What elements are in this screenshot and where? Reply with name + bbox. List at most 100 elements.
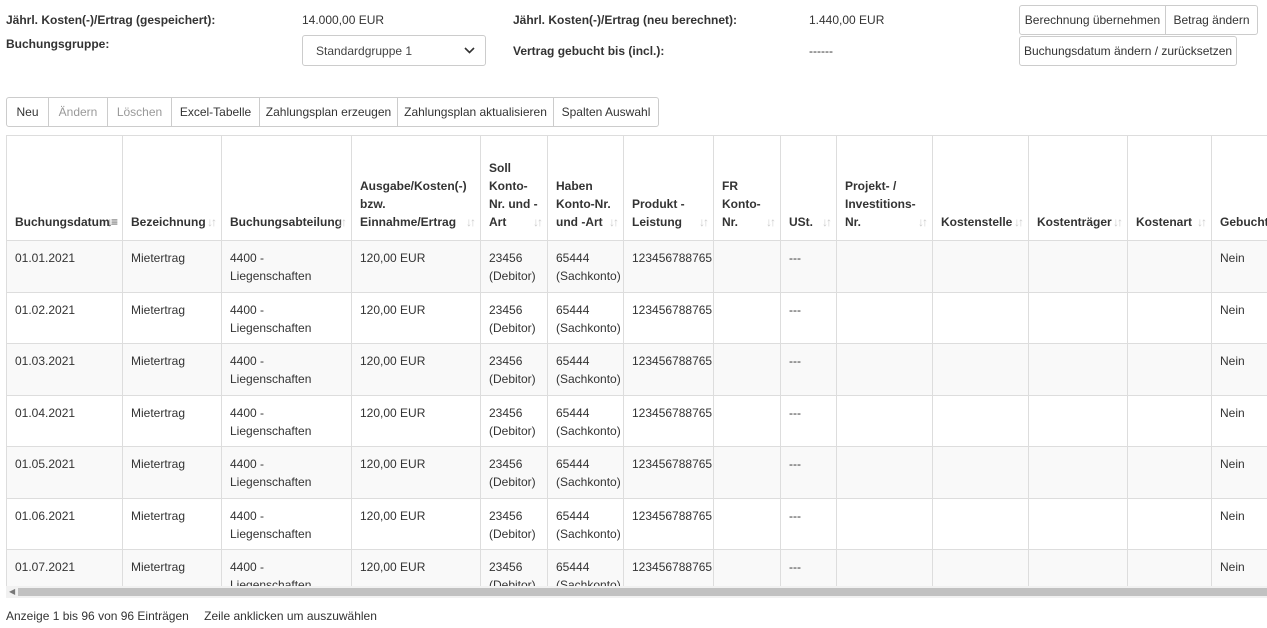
table-row[interactable]: 01.01.2021 Mietertrag 4400 - Liegenschafte… — [6, 240, 1267, 293]
table-cell: 123456788765 — [623, 240, 714, 293]
booking-group-select[interactable]: Standardgruppe 1 — [302, 35, 486, 66]
column-header[interactable]: Ausgabe/Kosten(-) bzw. Einnahme/Ertrag ↓↑ — [351, 135, 481, 241]
table-row[interactable]: 01.06.2021 Mietertrag 4400 - Liegenschafte… — [6, 497, 1267, 550]
table-cell — [713, 446, 781, 499]
table-cell: 01.01.2021 — [6, 240, 123, 293]
column-header-label: Buchungsdatum — [15, 215, 110, 229]
table-cell — [836, 446, 933, 499]
new-button[interactable]: Neu — [6, 97, 49, 127]
table-cell: 23456 (Debitor) — [480, 497, 548, 550]
table-cell — [1127, 343, 1212, 396]
scrollbar-thumb[interactable] — [18, 588, 1267, 596]
table-cell: 23456 (Debitor) — [480, 343, 548, 396]
table-cell: Mietertrag — [122, 291, 222, 344]
table-cell: --- — [780, 343, 837, 396]
sort-icon[interactable]: ↓↑ — [337, 213, 347, 231]
table-hint: Zeile anklicken um auszuwählen — [204, 609, 377, 623]
column-header-label: Gebucht — [1220, 215, 1267, 229]
table-cell: Mietertrag — [122, 497, 222, 550]
table-cell: --- — [780, 394, 837, 447]
table-row[interactable]: 01.02.2021 Mietertrag 4400 - Liegenschafte… — [6, 291, 1267, 344]
recalc-cost-label: Jährl. Kosten(-)/Ertrag (neu berechnet): — [513, 13, 738, 27]
column-header[interactable]: Gebucht — [1211, 135, 1267, 241]
table-cell: 4400 - Liegenschaften — [221, 240, 352, 293]
table-row[interactable]: 01.04.2021 Mietertrag 4400 - Liegenschafte… — [6, 394, 1267, 447]
column-header[interactable]: USt. ↓↑ — [780, 135, 837, 241]
column-header[interactable]: FR Konto-Nr. ↓↑ — [713, 135, 781, 241]
delete-button[interactable]: Löschen — [107, 97, 172, 127]
column-header[interactable]: Bezeichnung ↓↑ — [122, 135, 222, 241]
table-cell: 23456 (Debitor) — [480, 446, 548, 499]
table-cell: 4400 - Liegenschaften — [221, 549, 352, 586]
column-header[interactable]: Kostenträger ↓↑ — [1028, 135, 1128, 241]
table-row[interactable]: 01.05.2021 Mietertrag 4400 - Liegenschafte… — [6, 446, 1267, 499]
sort-icon[interactable]: ↓↑ — [1197, 213, 1207, 231]
sort-icon[interactable]: ↓↑ — [466, 213, 476, 231]
column-header-label: Projekt- / Investitions-Nr. — [845, 179, 916, 229]
sort-ascending-icon[interactable]: ↓≡ — [107, 213, 118, 231]
column-selection-button[interactable]: Spalten Auswahl — [553, 97, 659, 127]
table-cell: 120,00 EUR — [351, 291, 481, 344]
sort-icon[interactable]: ↓↑ — [207, 213, 217, 231]
table-cell: 123456788765 — [623, 394, 714, 447]
column-header[interactable]: Buchungsdatum ↓≡ — [6, 135, 123, 241]
table-cell — [713, 394, 781, 447]
sort-icon[interactable]: ↓↑ — [699, 213, 709, 231]
update-payment-plan-button[interactable]: Zahlungsplan aktualisieren — [397, 97, 554, 127]
table-row[interactable]: 01.07.2021 Mietertrag 4400 - Liegenschafte… — [6, 549, 1267, 586]
column-header-label: FR Konto-Nr. — [722, 179, 761, 229]
column-header[interactable]: Kostenstelle ↓↑ — [932, 135, 1029, 241]
column-header[interactable]: Produkt - Leistung ↓↑ — [623, 135, 714, 241]
change-amount-button[interactable]: Betrag ändern — [1165, 5, 1258, 35]
sort-icon[interactable]: ↓↑ — [609, 213, 619, 231]
table-cell: 23456 (Debitor) — [480, 240, 548, 293]
change-booking-date-button[interactable]: Buchungsdatum ändern / zurücksetzen — [1019, 36, 1237, 66]
table-cell: Nein — [1211, 549, 1267, 586]
column-header-label: Produkt - Leistung — [632, 197, 685, 229]
table-cell: Mietertrag — [122, 446, 222, 499]
sort-icon[interactable]: ↓↑ — [918, 213, 928, 231]
table-cell: 65444 (Sachkonto) — [547, 394, 624, 447]
table-info: Anzeige 1 bis 96 von 96 Einträgen — [6, 609, 189, 623]
sort-icon[interactable]: ↓↑ — [533, 213, 543, 231]
table-cell — [932, 446, 1029, 499]
sort-icon[interactable]: ↓↑ — [766, 213, 776, 231]
booking-group-label: Buchungsgruppe: — [6, 37, 110, 51]
table-row[interactable]: 01.03.2021 Mietertrag 4400 - Liegenschafte… — [6, 343, 1267, 396]
table-cell — [1028, 343, 1128, 396]
table-cell: 123456788765 — [623, 497, 714, 550]
table-cell — [836, 240, 933, 293]
table-cell: 120,00 EUR — [351, 240, 481, 293]
scroll-left-icon[interactable]: ◀ — [9, 586, 15, 598]
table-cell: 23456 (Debitor) — [480, 394, 548, 447]
table-cell — [713, 343, 781, 396]
column-header[interactable]: Projekt- / Investitions-Nr. ↓↑ — [836, 135, 933, 241]
horizontal-scrollbar[interactable]: ◀ — [6, 586, 1267, 598]
table-cell: 123456788765 — [623, 446, 714, 499]
column-header[interactable]: Haben Konto-Nr. und -Art ↓↑ — [547, 135, 624, 241]
table-footer: Anzeige 1 bis 96 von 96 Einträgen Zeile … — [6, 609, 377, 623]
sort-icon[interactable]: ↓↑ — [1014, 213, 1024, 231]
contract-booked-label: Vertrag gebucht bis (incl.): — [513, 44, 665, 58]
sort-icon[interactable]: ↓↑ — [1113, 213, 1123, 231]
apply-calculation-button[interactable]: Berechnung übernehmen — [1019, 5, 1166, 35]
table-cell: 01.03.2021 — [6, 343, 123, 396]
column-header[interactable]: Buchungsabteilung ↓↑ — [221, 135, 352, 241]
column-header[interactable]: Kostenart ↓↑ — [1127, 135, 1212, 241]
table-cell: 65444 (Sachkonto) — [547, 240, 624, 293]
excel-export-button[interactable]: Excel-Tabelle — [171, 97, 260, 127]
table-cell: 01.04.2021 — [6, 394, 123, 447]
column-header-label: USt. — [789, 215, 813, 229]
table-cell: Nein — [1211, 240, 1267, 293]
column-header[interactable]: Soll Konto-Nr. und -Art ↓↑ — [480, 135, 548, 241]
create-payment-plan-button[interactable]: Zahlungsplan erzeugen — [259, 97, 398, 127]
table-cell — [932, 240, 1029, 293]
table-cell: --- — [780, 446, 837, 499]
sort-icon[interactable]: ↓↑ — [822, 213, 832, 231]
table-cell — [836, 343, 933, 396]
table-cell: 01.07.2021 — [6, 549, 123, 586]
table-cell — [713, 549, 781, 586]
edit-button[interactable]: Ändern — [48, 97, 108, 127]
column-header-label: Buchungsabteilung — [230, 215, 342, 229]
table-cell — [1028, 497, 1128, 550]
